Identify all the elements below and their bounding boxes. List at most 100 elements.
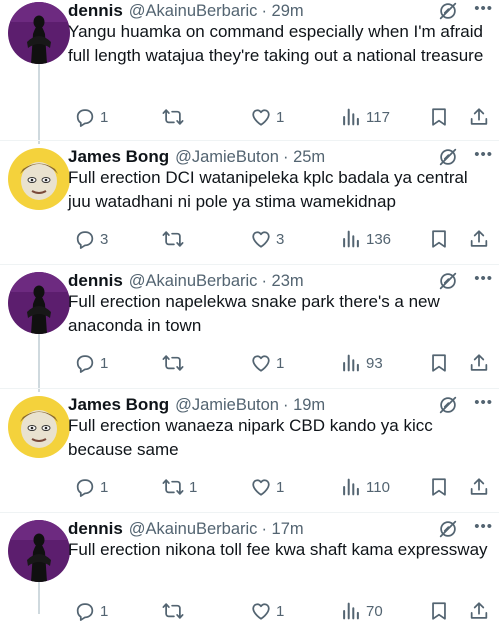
- grok-icon[interactable]: [437, 0, 459, 22]
- share-button[interactable]: [464, 350, 490, 376]
- bookmark-icon: [428, 600, 450, 622]
- likes-count: 3: [276, 230, 285, 248]
- retweets-count: 1: [189, 478, 198, 496]
- views-icon: [340, 600, 362, 622]
- author-name[interactable]: James Bong: [68, 147, 169, 167]
- author-handle[interactable]: @AkainuBerbaric: [129, 2, 258, 21]
- bookmark-icon: [428, 106, 450, 128]
- tweet-text: Full erection wanaeza nipark CBD kando y…: [68, 416, 433, 459]
- grok-icon[interactable]: [437, 146, 459, 168]
- avatar[interactable]: [8, 520, 70, 582]
- retweet-button[interactable]: [157, 104, 189, 130]
- reply-button[interactable]: 1: [70, 104, 108, 130]
- bookmark-button[interactable]: [424, 474, 450, 500]
- like-button[interactable]: 1: [246, 104, 284, 130]
- more-icon[interactable]: •••: [474, 518, 493, 536]
- views-count: 117: [366, 108, 390, 126]
- share-icon: [468, 352, 490, 374]
- bookmark-button[interactable]: [424, 104, 450, 130]
- tweet-time[interactable]: · 17m: [261, 520, 303, 539]
- views-button[interactable]: 93: [336, 350, 383, 376]
- more-icon[interactable]: •••: [474, 0, 493, 18]
- avatar[interactable]: [8, 396, 70, 458]
- like-button[interactable]: 3: [246, 226, 284, 252]
- author-name[interactable]: dennis: [68, 519, 123, 539]
- avatar[interactable]: [8, 148, 70, 210]
- reply-icon: [74, 352, 96, 374]
- views-button[interactable]: 117: [336, 104, 390, 130]
- views-icon: [340, 476, 362, 498]
- likes-count: 1: [276, 108, 285, 126]
- grok-icon[interactable]: [437, 394, 459, 416]
- tweet-actions: 1 1 1 110: [68, 474, 488, 500]
- likes-count: 1: [276, 354, 285, 372]
- share-button[interactable]: [464, 226, 490, 252]
- views-button[interactable]: 136: [336, 226, 391, 252]
- retweet-button[interactable]: 1: [157, 474, 197, 500]
- tweet-actions: 1 1 117: [68, 104, 488, 130]
- views-icon: [340, 352, 362, 374]
- like-button[interactable]: 1: [246, 598, 284, 624]
- retweet-icon: [161, 352, 185, 374]
- author-name[interactable]: James Bong: [68, 395, 169, 415]
- tweet: dennis @AkainuBerbaric · 29m ••• Yangu huamk…: [0, 0, 499, 138]
- reply-button[interactable]: 1: [70, 350, 108, 376]
- heart-icon: [250, 476, 272, 498]
- tweet-text: Yangu huamka on command especially when …: [68, 22, 484, 65]
- views-icon: [340, 106, 362, 128]
- more-icon[interactable]: •••: [474, 394, 493, 412]
- views-count: 110: [366, 478, 390, 496]
- author-handle[interactable]: @AkainuBerbaric: [129, 520, 258, 539]
- views-count: 136: [366, 230, 392, 248]
- reply-button[interactable]: 3: [70, 226, 108, 252]
- author-name[interactable]: dennis: [68, 1, 123, 21]
- author-name[interactable]: dennis: [68, 271, 123, 291]
- avatar[interactable]: [8, 272, 70, 334]
- tweet-text: Full erection DCI watanipeleka kplc bada…: [68, 168, 468, 211]
- tweet-actions: 3 3 136: [68, 226, 488, 252]
- replies-count: 1: [100, 478, 109, 496]
- more-icon[interactable]: •••: [474, 146, 493, 164]
- bookmark-button[interactable]: [424, 226, 450, 252]
- author-handle[interactable]: @AkainuBerbaric: [129, 272, 258, 291]
- views-button[interactable]: 70: [336, 598, 383, 624]
- tweet-actions: 1 1 93: [68, 350, 488, 376]
- grok-icon[interactable]: [437, 518, 459, 540]
- replies-count: 3: [100, 230, 109, 248]
- tweet-time[interactable]: · 29m: [261, 2, 303, 21]
- tweet-time[interactable]: · 23m: [261, 272, 303, 291]
- tweet: dennis @AkainuBerbaric · 23m ••• Full erecti…: [0, 268, 499, 384]
- like-button[interactable]: 1: [246, 474, 284, 500]
- bookmark-button[interactable]: [424, 598, 450, 624]
- tweet-time[interactable]: · 25m: [283, 148, 325, 167]
- retweet-button[interactable]: [157, 350, 189, 376]
- heart-icon: [250, 106, 272, 128]
- share-button[interactable]: [464, 598, 490, 624]
- views-count: 70: [366, 602, 383, 620]
- like-button[interactable]: 1: [246, 350, 284, 376]
- reply-icon: [74, 600, 96, 622]
- reply-button[interactable]: 1: [70, 474, 108, 500]
- retweet-button[interactable]: [157, 226, 189, 252]
- views-icon: [340, 228, 362, 250]
- retweet-button[interactable]: [157, 598, 189, 624]
- reply-icon: [74, 228, 96, 250]
- heart-icon: [250, 228, 272, 250]
- views-button[interactable]: 110: [336, 474, 390, 500]
- bookmark-button[interactable]: [424, 350, 450, 376]
- share-button[interactable]: [464, 104, 490, 130]
- retweet-icon: [161, 476, 185, 498]
- grok-icon[interactable]: [437, 270, 459, 292]
- more-icon[interactable]: •••: [474, 270, 493, 288]
- heart-icon: [250, 352, 272, 374]
- author-handle[interactable]: @JamieButon: [175, 148, 279, 167]
- retweet-icon: [161, 600, 185, 622]
- replies-count: 1: [100, 354, 109, 372]
- share-button[interactable]: [464, 474, 490, 500]
- tweet-time[interactable]: · 19m: [283, 396, 325, 415]
- reply-button[interactable]: 1: [70, 598, 108, 624]
- author-handle[interactable]: @JamieButon: [175, 396, 279, 415]
- avatar[interactable]: [8, 2, 70, 64]
- replies-count: 1: [100, 108, 109, 126]
- tweet-text: Full erection napelekwa snake park there…: [68, 292, 440, 335]
